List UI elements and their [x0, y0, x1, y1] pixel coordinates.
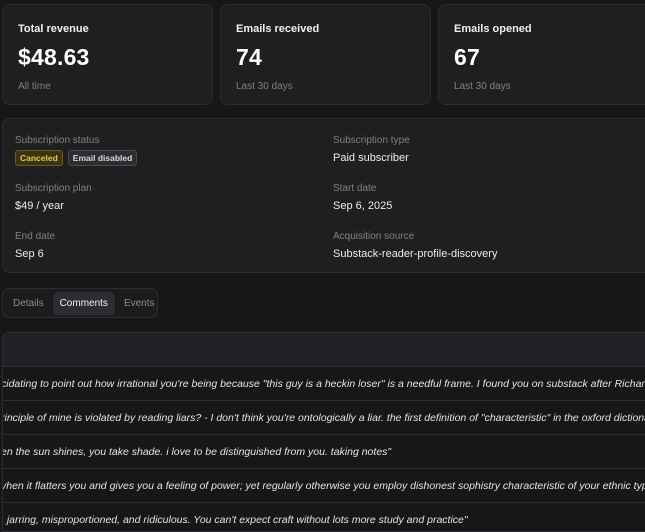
- subscription-panel: Subscription status Canceled Email disab…: [2, 118, 645, 273]
- table-row[interactable]: rinciple of mine is violated by reading …: [3, 401, 645, 435]
- field-label: Subscription status: [15, 135, 100, 146]
- table-row[interactable]: vhen it flatters you and gives you a fee…: [3, 469, 645, 503]
- stat-label: Total revenue: [18, 23, 89, 35]
- field-label: End date: [15, 231, 56, 242]
- table-row[interactable]: en the sun shines, you take shade. i lov…: [3, 435, 645, 469]
- field-subscription-type: Subscription type Paid subscriber: [333, 135, 410, 164]
- stat-sub: Last 30 days: [454, 81, 511, 92]
- stat-label: Emails opened: [454, 23, 532, 35]
- tab-comments[interactable]: Comments: [52, 291, 115, 315]
- stat-sub: All time: [18, 81, 51, 92]
- stat-value: $48.63: [18, 44, 90, 70]
- field-value: $49 / year: [15, 200, 64, 212]
- stat-label: Emails received: [236, 23, 320, 35]
- field-label: Subscription plan: [15, 183, 92, 194]
- status-badge-email-disabled: Email disabled: [67, 150, 138, 166]
- stat-value: 67: [454, 44, 480, 70]
- field-subscription-status: Subscription status Canceled Email disab…: [15, 135, 138, 166]
- stat-value: 74: [236, 44, 262, 70]
- field-subscription-plan: Subscription plan $49 / year: [15, 183, 92, 212]
- stats-row: Total revenue $48.63 All time Emails rec…: [2, 4, 645, 105]
- comment-text: vhen it flatters you and gives you a fee…: [3, 479, 645, 492]
- comment-text: en the sun shines, you take shade. i lov…: [3, 445, 392, 458]
- field-end-date: End date Sep 6: [15, 231, 55, 260]
- field-value: Substack-reader-profile-discovery: [333, 248, 498, 260]
- field-start-date: Start date Sep 6, 2025: [333, 183, 392, 212]
- stat-sub: Last 30 days: [236, 81, 293, 92]
- field-value: Sep 6: [15, 248, 44, 260]
- table-header: [3, 333, 645, 367]
- field-label: Acquisition source: [333, 231, 415, 242]
- comment-text: rinciple of mine is violated by reading …: [3, 411, 645, 424]
- field-value: Paid subscriber: [333, 152, 409, 164]
- stat-card-total-revenue: Total revenue $48.63 All time: [2, 4, 213, 105]
- tab-events[interactable]: Events: [117, 292, 162, 315]
- field-label: Subscription type: [333, 135, 410, 146]
- stat-card-emails-received: Emails received 74 Last 30 days: [220, 4, 431, 105]
- comments-table: cidating to point out how irrational you…: [2, 332, 645, 532]
- table-row[interactable]: cidating to point out how irrational you…: [3, 367, 645, 401]
- field-acquisition-source: Acquisition source Substack-reader-profi…: [333, 231, 497, 260]
- tab-bar: Details Comments Events: [2, 288, 158, 318]
- comment-text: cidating to point out how irrational you…: [3, 377, 645, 390]
- field-value: Sep 6, 2025: [333, 200, 393, 212]
- tab-details[interactable]: Details: [6, 292, 51, 315]
- stat-card-emails-opened: Emails opened 67 Last 30 days: [438, 4, 645, 105]
- field-label: Start date: [333, 183, 377, 194]
- status-badge-canceled: Canceled: [15, 150, 63, 166]
- status-badges: Canceled Email disabled: [15, 150, 138, 166]
- comment-text: , jarring, misproportioned, and ridiculo…: [3, 513, 468, 526]
